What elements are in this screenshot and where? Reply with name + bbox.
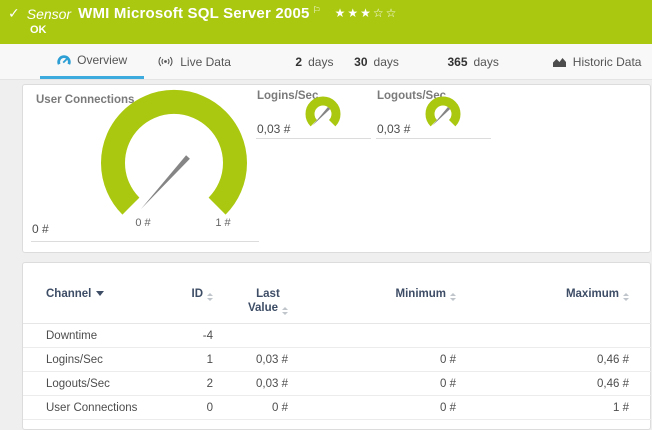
tab-historic-data[interactable]: Historic Data (541, 44, 652, 79)
row-spacer (629, 324, 651, 348)
channel-last-value: 0,03 # (213, 348, 288, 372)
tab-30-days[interactable]: 30 days (352, 44, 401, 79)
tab-live-data-label: Live Data (180, 55, 231, 69)
tab-2-days[interactable]: 2 days (291, 44, 338, 79)
channel-maximum: 0,46 # (456, 372, 629, 396)
channels-panel: Channel ID Last Value Minimum Maximum (22, 262, 651, 430)
sensor-title: WMI Microsoft SQL Server 2005 (78, 5, 309, 22)
tab-30-days-label: days (374, 55, 399, 69)
tab-overview-label: Overview (77, 53, 127, 67)
content-area: User Connections 0 # 1 # 0 # Logins/Sec … (0, 80, 652, 430)
channel-minimum (288, 324, 456, 348)
column-header-maximum[interactable]: Maximum (456, 263, 629, 324)
column-header-id-label: ID (192, 288, 204, 300)
main-gauge-scale-max: 1 # (203, 217, 243, 229)
tab-365-days[interactable]: 365 days (445, 44, 501, 79)
priority-stars[interactable]: ★★★☆☆ (335, 6, 399, 20)
channel-last-value (213, 324, 288, 348)
gauge-icon (57, 54, 71, 66)
row-spacer (629, 396, 651, 420)
user-connections-gauge (59, 87, 289, 237)
logouts-gauge (421, 95, 465, 133)
channel-maximum: 0,46 # (456, 348, 629, 372)
channel-maximum: 1 # (456, 396, 629, 420)
sort-icon (207, 293, 213, 301)
sensor-kind-label: Sensor (27, 6, 71, 22)
sort-icon (282, 307, 288, 315)
channel-minimum: 0 # (288, 396, 456, 420)
column-header-channel[interactable]: Channel (23, 263, 178, 324)
column-header-maximum-label: Maximum (566, 288, 619, 300)
main-gauge-baseline (31, 241, 259, 242)
logouts-gauge-widget: Logouts/Sec 0,03 # (376, 88, 491, 140)
tab-bar: Overview Live Data 2 days 30 days 365 da… (0, 44, 652, 80)
sensor-status-text: OK (30, 24, 47, 36)
tab-historic-data-label: Historic Data (573, 55, 642, 69)
sort-icon (450, 293, 456, 301)
column-header-last-value[interactable]: Last Value (213, 263, 288, 324)
main-gauge-value: 0 # (32, 222, 49, 236)
table-row[interactable]: Logouts/Sec 2 0,03 # 0 # 0,46 # (23, 372, 651, 396)
channel-name: Logins/Sec (23, 348, 178, 372)
tab-30-days-number: 30 (354, 55, 367, 69)
column-header-id[interactable]: ID (178, 263, 213, 324)
ok-check-icon: ✓ (8, 6, 20, 22)
channel-id: 0 (178, 396, 213, 420)
tab-2-days-number: 2 (295, 55, 302, 69)
column-header-spacer (629, 263, 651, 324)
flag-icon[interactable]: ⚐ (313, 6, 321, 16)
logouts-baseline (376, 138, 491, 139)
main-gauge-scale-min: 0 # (123, 217, 163, 229)
table-row[interactable]: User Connections 0 0 # 0 # 1 # (23, 396, 651, 420)
sort-caret-icon (96, 291, 104, 296)
table-row[interactable]: Logins/Sec 1 0,03 # 0 # 0,46 # (23, 348, 651, 372)
tab-overview[interactable]: Overview (40, 44, 144, 79)
area-chart-icon (552, 56, 567, 68)
column-header-minimum-label: Minimum (396, 288, 446, 300)
channel-maximum (456, 324, 629, 348)
channel-minimum: 0 # (288, 348, 456, 372)
tab-live-data[interactable]: Live Data (152, 44, 235, 79)
tab-365-days-label: days (474, 55, 499, 69)
logouts-value: 0,03 # (377, 122, 410, 136)
channel-id: 2 (178, 372, 213, 396)
logins-baseline (256, 138, 371, 139)
channel-minimum: 0 # (288, 372, 456, 396)
live-signal-icon (157, 55, 174, 68)
logins-value: 0,03 # (257, 122, 290, 136)
table-row[interactable]: Downtime -4 (23, 324, 651, 348)
table-header-row: Channel ID Last Value Minimum Maximum (23, 263, 651, 324)
channels-table: Channel ID Last Value Minimum Maximum (23, 263, 651, 420)
column-header-last-label: Last (256, 288, 280, 300)
sort-icon (623, 293, 629, 301)
channel-name: Downtime (23, 324, 178, 348)
tab-2-days-label: days (308, 55, 333, 69)
gauge-needle (141, 155, 190, 209)
logins-gauge-widget: Logins/Sec 0,03 # (256, 88, 371, 140)
channel-id: 1 (178, 348, 213, 372)
gauges-panel: User Connections 0 # 1 # 0 # Logins/Sec … (22, 84, 651, 253)
logins-gauge (301, 95, 345, 133)
channel-last-value: 0,03 # (213, 372, 288, 396)
column-header-value-label: Value (248, 302, 278, 314)
channel-name: Logouts/Sec (23, 372, 178, 396)
row-spacer (629, 372, 651, 396)
sensor-status-bar: ✓ Sensor WMI Microsoft SQL Server 2005 ⚐… (0, 0, 652, 44)
channel-id: -4 (178, 324, 213, 348)
column-header-channel-label: Channel (46, 288, 91, 300)
column-header-minimum[interactable]: Minimum (288, 263, 456, 324)
channel-name: User Connections (23, 396, 178, 420)
channel-last-value: 0 # (213, 396, 288, 420)
row-spacer (629, 348, 651, 372)
tab-365-days-number: 365 (447, 55, 467, 69)
